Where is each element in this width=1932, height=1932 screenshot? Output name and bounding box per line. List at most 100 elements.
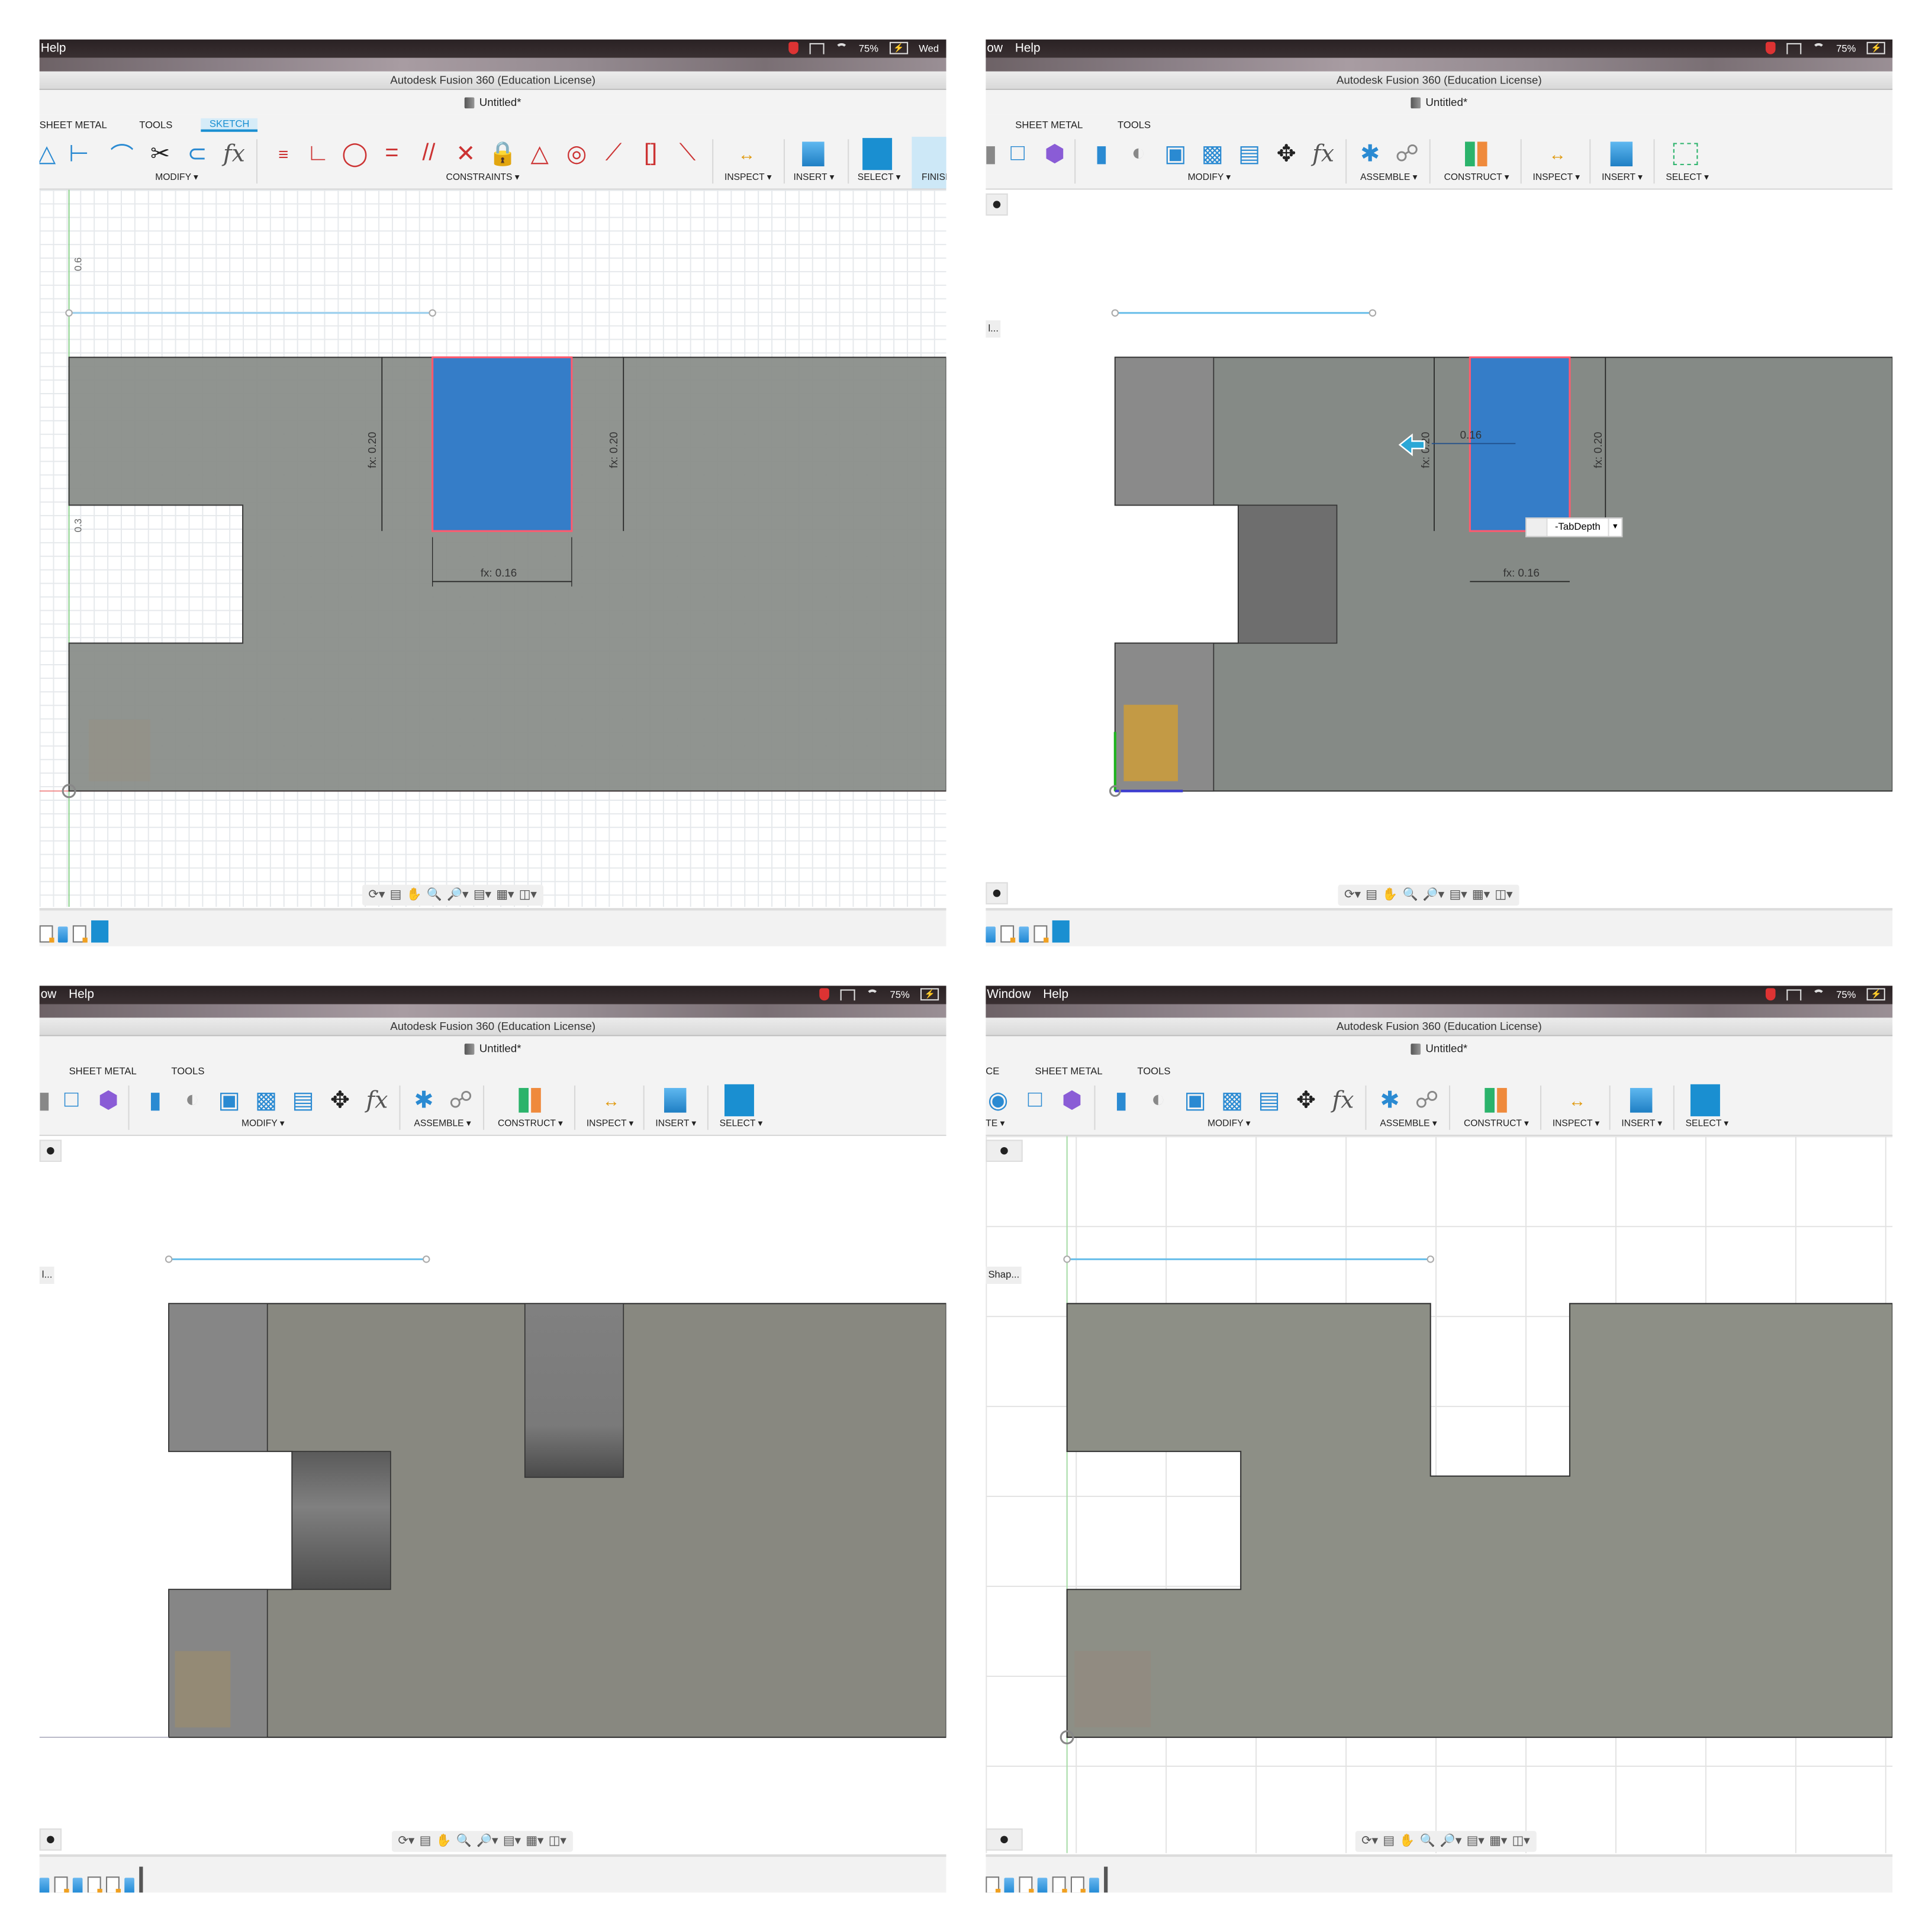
create-base-feature-icon[interactable]: ⬢: [1057, 1084, 1087, 1116]
move-icon[interactable]: ✥: [326, 1084, 355, 1116]
grid-icon[interactable]: ▦▾: [1489, 1835, 1507, 1849]
insert-menu[interactable]: INSERT ▾: [655, 1118, 696, 1129]
dimension-right-height[interactable]: fx: 0.20: [607, 432, 620, 468]
look-at-icon[interactable]: ▤: [420, 1835, 432, 1849]
rectangular-pattern-icon[interactable]: □: [57, 1084, 86, 1116]
fit-icon[interactable]: 🔎▾: [447, 888, 468, 902]
timeline-extrude-icon[interactable]: [1037, 1878, 1048, 1893]
orbit-icon[interactable]: ⟳▾: [1344, 888, 1361, 902]
inspect-menu[interactable]: INSPECT ▾: [1553, 1118, 1600, 1129]
modify-menu[interactable]: MODIFY ▾: [1188, 171, 1231, 182]
sketch-point[interactable]: [65, 309, 73, 317]
document-tab[interactable]: Untitled*: [39, 89, 946, 115]
collinear-constraint-icon[interactable]: ⟋: [599, 138, 629, 170]
zoom-icon[interactable]: 🔍: [456, 1835, 472, 1849]
document-tab[interactable]: Untitled*: [39, 1036, 946, 1061]
timeline-sketch-icon[interactable]: [986, 1876, 1001, 1893]
display-settings-icon[interactable]: ▤▾: [474, 888, 491, 902]
chevron-down-icon[interactable]: ▼: [1609, 519, 1621, 536]
parallel-constraint-icon[interactable]: //: [414, 138, 443, 170]
canvas-viewport[interactable]: fx: 0.20 fx: 0.20 fx: 0.16 0.16 -TabDept…: [986, 189, 1893, 907]
dimension-left-height[interactable]: fx: 0.20: [1419, 432, 1432, 468]
tab-tools[interactable]: TOOLS: [1118, 120, 1151, 131]
assemble-menu[interactable]: ASSEMBLE ▾: [414, 1118, 471, 1129]
browser-item[interactable]: l...: [39, 1266, 55, 1284]
look-at-icon[interactable]: ▤: [1383, 1835, 1395, 1849]
new-component-icon[interactable]: ✱: [1375, 1084, 1405, 1116]
timeline-extrude-icon[interactable]: [57, 926, 68, 943]
insert-menu[interactable]: INSERT ▾: [1621, 1118, 1662, 1129]
timeline-sketch-icon[interactable]: [72, 925, 88, 943]
shell-icon[interactable]: ▣: [214, 1084, 244, 1116]
combine-icon[interactable]: ▩: [1197, 138, 1227, 170]
create-base-feature-icon[interactable]: ⬢: [1040, 138, 1070, 170]
select-icon[interactable]: [862, 138, 893, 170]
pan-hand-icon[interactable]: ✋: [1399, 1835, 1415, 1849]
insert-image-icon[interactable]: [1627, 1084, 1656, 1116]
airplay-icon[interactable]: [809, 42, 825, 54]
inspect-menu[interactable]: INSPECT ▾: [1533, 171, 1580, 182]
display-settings-icon[interactable]: ▤▾: [1449, 888, 1467, 902]
display-settings-icon[interactable]: ▤▾: [503, 1835, 521, 1849]
construct-plane-icon[interactable]: [1461, 138, 1491, 170]
timeline-sketch-icon[interactable]: [87, 1876, 102, 1893]
perpendicular-constraint-icon[interactable]: ✕: [451, 138, 481, 170]
extrude-distance-value[interactable]: -TabDepth: [1546, 519, 1609, 536]
battery-icon[interactable]: ⚡: [889, 41, 908, 54]
horizontal-dimension-icon[interactable]: ⊢: [64, 138, 94, 170]
menu-help[interactable]: Help: [41, 42, 66, 56]
tab-tools[interactable]: TOOLS: [171, 1066, 204, 1077]
select-icon[interactable]: [1690, 1084, 1720, 1116]
zoom-icon[interactable]: 🔍: [1420, 1835, 1435, 1849]
measure-icon[interactable]: ↔: [1543, 138, 1572, 170]
selected-profile[interactable]: [1469, 356, 1571, 532]
select-menu[interactable]: SELECT ▾: [1666, 171, 1709, 182]
combine-icon[interactable]: ▩: [252, 1084, 281, 1116]
construct-menu[interactable]: CONSTRUCT ▾: [1444, 171, 1509, 182]
measure-icon[interactable]: ↔: [732, 138, 761, 170]
sketch-point[interactable]: [165, 1255, 173, 1263]
inspect-menu[interactable]: INSPECT ▾: [724, 171, 772, 182]
airplay-icon[interactable]: [1786, 42, 1802, 54]
insert-menu[interactable]: INSERT ▾: [1602, 171, 1643, 182]
pan-hand-icon[interactable]: ✋: [1382, 888, 1398, 902]
construct-plane-icon[interactable]: [515, 1084, 545, 1116]
airplay-icon[interactable]: [1786, 988, 1802, 1000]
assemble-menu[interactable]: ASSEMBLE ▾: [1360, 171, 1417, 182]
press-pull-icon[interactable]: ▮: [1087, 138, 1116, 170]
inspect-menu[interactable]: INSPECT ▾: [587, 1118, 634, 1129]
move-icon[interactable]: ✥: [1271, 138, 1301, 170]
timeline-marker[interactable]: [1104, 1866, 1108, 1893]
sketch-point[interactable]: [1063, 1255, 1071, 1263]
timeline-extrude-icon[interactable]: [124, 1878, 134, 1893]
fillet-icon[interactable]: ◐: [1123, 138, 1153, 170]
sketch-point[interactable]: [422, 1255, 430, 1263]
browser-collapse-button[interactable]: [986, 193, 1008, 216]
fillet-icon[interactable]: ⌒: [107, 138, 137, 170]
tab-sheet-metal[interactable]: SHEET METAL: [1015, 120, 1083, 131]
fx-parameters-icon[interactable]: fx: [362, 1084, 392, 1116]
comments-toggle-button[interactable]: [39, 1828, 62, 1851]
sketch-point[interactable]: [1111, 309, 1119, 317]
cut-pocket[interactable]: [524, 1303, 624, 1478]
look-at-icon[interactable]: ▤: [1366, 888, 1377, 902]
sketch-point[interactable]: [429, 309, 436, 317]
display-settings-icon[interactable]: ▤▾: [1467, 1835, 1485, 1849]
fx-parameters-icon[interactable]: fx: [1328, 1084, 1358, 1116]
timeline-sketch-icon[interactable]: [1052, 1876, 1067, 1893]
insert-image-icon[interactable]: [798, 138, 828, 170]
equal-constraint-icon[interactable]: =: [377, 138, 407, 170]
battery-icon[interactable]: ⚡: [1867, 41, 1885, 54]
construct-menu[interactable]: CONSTRUCT ▾: [1464, 1118, 1529, 1129]
fx-parameters-icon[interactable]: fx: [220, 138, 249, 170]
shell-icon[interactable]: ▣: [1180, 1084, 1210, 1116]
new-component-icon[interactable]: ✱: [409, 1084, 439, 1116]
timeline-sketch-icon[interactable]: [106, 1876, 121, 1893]
insert-image-icon[interactable]: [1606, 138, 1636, 170]
document-tab[interactable]: Untitled*: [986, 89, 1893, 115]
sketch-point[interactable]: [1368, 309, 1377, 317]
orbit-icon[interactable]: ⟳▾: [1361, 1835, 1378, 1849]
mcafee-icon[interactable]: [1766, 41, 1776, 54]
dimension-right-height[interactable]: fx: 0.20: [1592, 432, 1604, 468]
insert-image-icon[interactable]: [661, 1084, 690, 1116]
